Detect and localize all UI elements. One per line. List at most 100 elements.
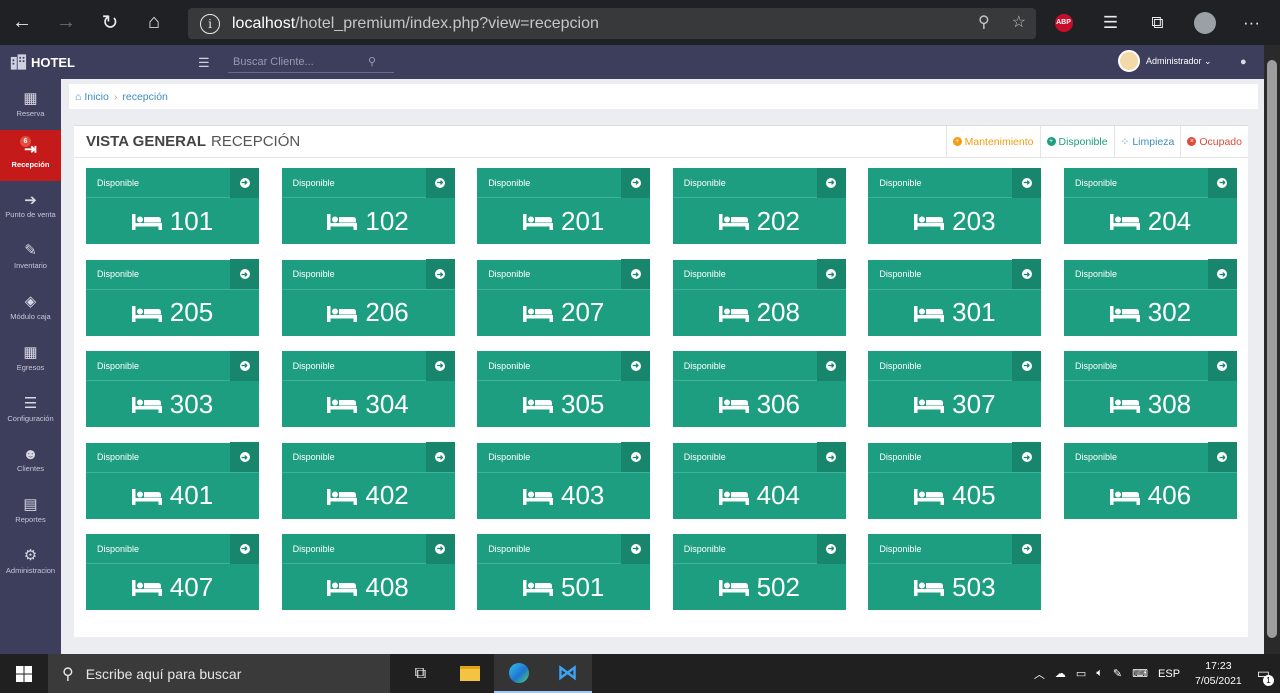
room-card-405[interactable]: Disponible ➜ 405 [868,442,1042,519]
room-action-button[interactable]: ➜ [1207,350,1237,381]
room-action-button[interactable]: ➜ [816,350,846,381]
room-card-501[interactable]: Disponible ➜ 501 [477,533,651,610]
room-card-102[interactable]: Disponible ➜ 102 [281,167,455,244]
favorite-add-icon[interactable]: ☆ [1012,12,1026,32]
chat-icon[interactable]: ● [1240,56,1247,68]
room-action-button[interactable]: ➜ [230,259,259,289]
room-action-button[interactable]: ➜ [816,533,846,564]
room-card-404[interactable]: Disponible ➜ 404 [672,442,846,519]
room-card-201[interactable]: Disponible ➜ 201 [477,167,651,244]
room-action-button[interactable]: ➜ [621,167,651,198]
room-card-208[interactable]: Disponible ➜ 208 [672,259,846,336]
room-action-button[interactable]: ➜ [816,442,846,472]
room-card-206[interactable]: Disponible ➜ 206 [281,259,455,336]
room-card-308[interactable]: Disponible ➜ 308 [1063,350,1237,427]
sidebar-item-punto-de-venta[interactable]: ➔ Punto de venta [0,181,61,232]
legend-ocupado[interactable]: × Ocupado [1180,126,1248,157]
room-card-101[interactable]: Disponible ➜ 101 [86,167,259,244]
adblock-extension-button[interactable]: ABP [1040,0,1087,45]
room-card-306[interactable]: Disponible ➜ 306 [672,350,846,427]
room-action-button[interactable]: ➜ [230,533,259,564]
sidebar-item-inventario[interactable]: ✎ Inventario [0,231,61,282]
forward-icon[interactable]: → [44,0,88,45]
page-scrollbar[interactable] [1264,45,1280,654]
profile-button[interactable] [1181,0,1228,45]
legend-limpieza[interactable]: ⁘ Limpieza [1113,126,1181,157]
room-action-button[interactable]: ➜ [230,167,259,198]
breadcrumb-home[interactable]: Inicio [84,91,109,103]
room-card-303[interactable]: Disponible ➜ 303 [86,350,259,427]
home-icon[interactable]: ⌂ [132,0,176,45]
menu-toggle-icon[interactable]: ☰ [198,55,210,71]
room-card-202[interactable]: Disponible ➜ 202 [672,167,846,244]
room-card-401[interactable]: Disponible ➜ 401 [86,442,259,519]
refresh-icon[interactable]: ↻ [88,0,132,45]
search-input[interactable] [228,55,368,68]
scrollbar-thumb[interactable] [1267,60,1277,638]
search-icon[interactable]: ⚲ [368,55,376,68]
room-action-button[interactable]: ➜ [230,442,259,472]
room-action-button[interactable]: ➜ [425,533,455,564]
breadcrumb-current[interactable]: recepción [122,91,168,103]
room-action-button[interactable]: ➜ [1207,259,1237,289]
sidebar-item-reserva[interactable]: ▦ Reserva [0,79,61,130]
room-card-305[interactable]: Disponible ➜ 305 [477,350,651,427]
room-card-204[interactable]: Disponible ➜ 204 [1063,167,1237,244]
more-options-icon[interactable]: ··· [1228,0,1275,45]
keyboard-icon[interactable]: ⌨ [1127,667,1153,680]
sidebar-item-administracion[interactable]: ⚙ Administracion [0,536,61,587]
room-card-302[interactable]: Disponible ➜ 302 [1063,259,1237,336]
pen-icon[interactable]: ✎ [1108,667,1127,680]
room-action-button[interactable]: ➜ [1012,259,1042,289]
room-action-button[interactable]: ➜ [230,350,259,381]
language-indicator[interactable]: ESP [1153,668,1185,680]
room-action-button[interactable]: ➜ [1012,350,1042,381]
room-action-button[interactable]: ➜ [425,167,455,198]
user-menu[interactable]: Administrador ⌄ [1118,50,1212,72]
brand[interactable]: HOTEL [0,53,75,71]
room-action-button[interactable]: ➜ [816,167,846,198]
cloud-icon[interactable]: ☁ [1050,667,1071,680]
sidebar-item-egresos[interactable]: ▦ Egresos [0,333,61,384]
sidebar-item-reportes[interactable]: ▤ Reportes [0,485,61,536]
edge-browser-icon[interactable] [494,654,543,693]
room-action-button[interactable]: ➜ [1012,167,1042,198]
room-card-304[interactable]: Disponible ➜ 304 [281,350,455,427]
back-icon[interactable]: ← [0,0,44,45]
room-card-408[interactable]: Disponible ➜ 408 [281,533,455,610]
clock[interactable]: 17:23 7/05/2021 [1185,659,1252,687]
room-action-button[interactable]: ➜ [621,533,651,564]
room-action-button[interactable]: ➜ [425,350,455,381]
room-action-button[interactable]: ➜ [621,259,651,289]
file-explorer-icon[interactable] [445,654,494,693]
room-action-button[interactable]: ➜ [621,442,651,472]
room-card-407[interactable]: Disponible ➜ 407 [86,533,259,610]
room-action-button[interactable]: ➜ [816,259,846,289]
room-card-502[interactable]: Disponible ➜ 502 [672,533,846,610]
task-view-icon[interactable]: ⧉ [396,654,445,693]
room-card-402[interactable]: Disponible ➜ 402 [281,442,455,519]
room-action-button[interactable]: ➜ [1207,167,1237,198]
vscode-icon[interactable]: ⋈ [543,654,592,693]
room-action-button[interactable]: ➜ [425,259,455,289]
room-card-406[interactable]: Disponible ➜ 406 [1063,442,1237,519]
notification-center-icon[interactable]: ▭ 1 [1252,665,1280,686]
sidebar-item-configuracion[interactable]: ☰ Configuración [0,384,61,435]
collections-icon[interactable]: ⧉ [1134,0,1181,45]
room-action-button[interactable]: ➜ [1207,442,1237,472]
zoom-icon[interactable]: ⚲ [978,12,990,32]
info-icon[interactable]: i [200,13,220,34]
address-bar[interactable]: i localhost/hotel_premium/index.php?view… [188,8,1036,39]
legend-disponible[interactable]: + Disponible [1039,126,1114,157]
sidebar-item-clientes[interactable]: ☻ Clientes [0,435,61,486]
room-card-207[interactable]: Disponible ➜ 207 [477,259,651,336]
room-card-203[interactable]: Disponible ➜ 203 [868,167,1042,244]
windows-start-button[interactable] [0,654,48,693]
room-action-button[interactable]: ➜ [1012,533,1042,564]
room-action-button[interactable]: ➜ [425,442,455,472]
room-action-button[interactable]: ➜ [1012,442,1042,472]
room-action-button[interactable]: ➜ [621,350,651,381]
sidebar-item-recepcion[interactable]: 6 ⇥ Recepción [0,129,61,181]
room-card-403[interactable]: Disponible ➜ 403 [477,442,651,519]
room-card-503[interactable]: Disponible ➜ 503 [868,533,1042,610]
